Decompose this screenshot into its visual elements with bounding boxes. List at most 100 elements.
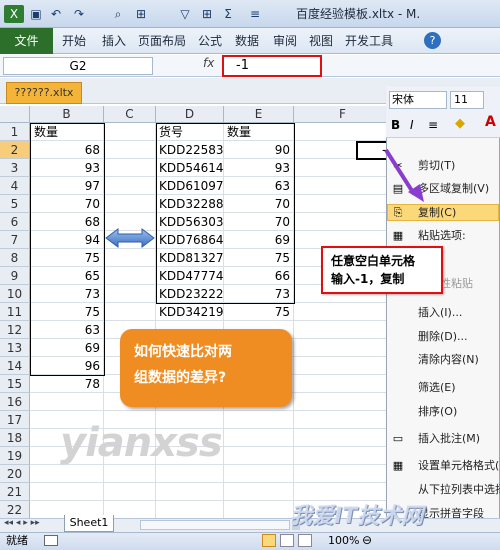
filter-icon[interactable]: ▽: [176, 5, 194, 23]
menu-item-icon: ▦: [392, 229, 404, 242]
normal-view-icon[interactable]: [262, 534, 276, 547]
table2-qty-cell[interactable]: 75: [224, 303, 294, 321]
row-header[interactable]: 9: [0, 267, 30, 285]
row-header[interactable]: 20: [0, 465, 30, 483]
sheet-tab-sheet1[interactable]: Sheet1: [64, 515, 114, 532]
name-box[interactable]: G2: [3, 57, 153, 75]
row-header[interactable]: 18: [0, 429, 30, 447]
macro-record-icon[interactable]: [44, 535, 58, 546]
fx-icon[interactable]: fx: [203, 56, 214, 70]
gridline-row: [30, 482, 392, 483]
menu-item[interactable]: 复制(C): [418, 205, 456, 221]
undo-icon[interactable]: ↶: [47, 5, 65, 23]
menu-item-icon: ▭: [392, 432, 404, 445]
workbook-tab[interactable]: ??????.xltx: [6, 82, 82, 104]
callout-line2: 输入-1，复制: [331, 272, 405, 286]
horizontal-scrollbar[interactable]: [140, 520, 290, 530]
row-header[interactable]: 6: [0, 213, 30, 231]
file-tab[interactable]: 文件: [0, 28, 53, 54]
table1-cell[interactable]: 78: [30, 375, 104, 393]
callout-box: 任意空白单元格 输入-1，复制: [321, 246, 443, 294]
row-header[interactable]: 17: [0, 411, 30, 429]
menu-item[interactable]: 清除内容(N): [418, 352, 479, 368]
center-align-icon[interactable]: ≡: [428, 118, 438, 132]
grid-icon[interactable]: ⊞: [198, 5, 216, 23]
menu-item[interactable]: 筛选(E): [418, 380, 456, 396]
question-box: 如何快速比对两 组数据的差异?: [120, 329, 292, 407]
tab-formulas[interactable]: 公式: [198, 33, 222, 49]
menu-item[interactable]: 插入批注(M): [418, 431, 480, 447]
autosum-icon[interactable]: Σ: [219, 5, 237, 23]
menu-item-icon: ⎘: [393, 206, 403, 219]
page-break-view-icon[interactable]: [298, 534, 312, 547]
bold-icon[interactable]: B: [391, 118, 400, 132]
font-color-icon[interactable]: A: [485, 114, 496, 130]
gridline-row: [30, 410, 392, 411]
tab-developer[interactable]: 开发工具: [345, 33, 393, 49]
tab-insert[interactable]: 插入: [102, 33, 126, 49]
fill-color-icon[interactable]: ◆: [455, 116, 465, 131]
redo-icon[interactable]: ↷: [70, 5, 88, 23]
question-line2: 组数据的差异?: [134, 370, 227, 386]
row-header[interactable]: 14: [0, 357, 30, 375]
column-header-c[interactable]: C: [104, 106, 156, 123]
tab-page-layout[interactable]: 页面布局: [138, 33, 186, 49]
table2-code-cell[interactable]: KDD34219: [159, 303, 224, 321]
menu-item-icon: ▦: [392, 459, 404, 472]
align-icon[interactable]: ≡: [246, 5, 264, 23]
status-ready: 就绪: [6, 534, 28, 547]
status-bar: [0, 532, 500, 550]
excel-icon[interactable]: X: [4, 5, 24, 23]
menu-item[interactable]: 粘贴选项:: [418, 228, 466, 244]
tab-review[interactable]: 审阅: [273, 33, 297, 49]
page-layout-view-icon[interactable]: [280, 534, 294, 547]
row-header[interactable]: 13: [0, 339, 30, 357]
select-all-corner[interactable]: [0, 106, 30, 123]
row-header[interactable]: 15: [0, 375, 30, 393]
menu-item[interactable]: 排序(O): [418, 404, 457, 420]
row-header[interactable]: 3: [0, 159, 30, 177]
formula-input[interactable]: -1: [222, 55, 322, 77]
row-header[interactable]: 1: [0, 123, 30, 141]
italic-icon[interactable]: I: [410, 118, 414, 132]
tab-view[interactable]: 视图: [309, 33, 333, 49]
row-header[interactable]: 4: [0, 177, 30, 195]
callout-line1: 任意空白单元格: [331, 254, 416, 268]
row-header[interactable]: 8: [0, 249, 30, 267]
site-logo: 我爱IT技术网: [290, 504, 424, 529]
menu-item[interactable]: 插入(I)...: [418, 305, 462, 321]
sheet-nav-icons[interactable]: ◂◂ ◂ ▸ ▸▸: [4, 518, 40, 528]
menu-item[interactable]: 从下拉列表中选择: [418, 482, 500, 498]
row-header[interactable]: 2: [0, 141, 30, 159]
row-header[interactable]: 7: [0, 231, 30, 249]
zoom-out-icon[interactable]: ⊖: [362, 533, 372, 547]
row-header[interactable]: 5: [0, 195, 30, 213]
tab-home[interactable]: 开始: [62, 33, 86, 49]
menu-item[interactable]: 删除(D)...: [418, 329, 468, 345]
font-name-box[interactable]: 宋体: [389, 91, 447, 109]
row-header[interactable]: 22: [0, 501, 30, 519]
window-title: 百度经验模板.xltx - M.: [296, 7, 421, 21]
column-header-b[interactable]: B: [30, 106, 104, 123]
table1-border: [30, 123, 105, 376]
column-header-f[interactable]: F: [294, 106, 392, 123]
row-header[interactable]: 10: [0, 285, 30, 303]
border-icon[interactable]: ⊞: [132, 5, 150, 23]
column-header-e[interactable]: E: [224, 106, 294, 123]
menu-item[interactable]: 设置单元格格式(: [418, 458, 499, 474]
print-preview-icon[interactable]: ⌕: [109, 5, 127, 23]
save-icon[interactable]: ▣: [27, 5, 45, 23]
row-header[interactable]: 11: [0, 303, 30, 321]
row-header[interactable]: 21: [0, 483, 30, 501]
question-line1: 如何快速比对两: [134, 344, 232, 360]
tab-data[interactable]: 数据: [235, 33, 259, 49]
column-header-d[interactable]: D: [156, 106, 224, 123]
help-icon[interactable]: ?: [424, 32, 441, 49]
row-header[interactable]: 12: [0, 321, 30, 339]
row-header[interactable]: 16: [0, 393, 30, 411]
table2-border: [156, 123, 295, 304]
zoom-level[interactable]: 100%: [328, 534, 359, 548]
row-header[interactable]: 19: [0, 447, 30, 465]
font-size-box[interactable]: 11: [450, 91, 484, 109]
pointer-arrow-icon: [384, 148, 424, 202]
